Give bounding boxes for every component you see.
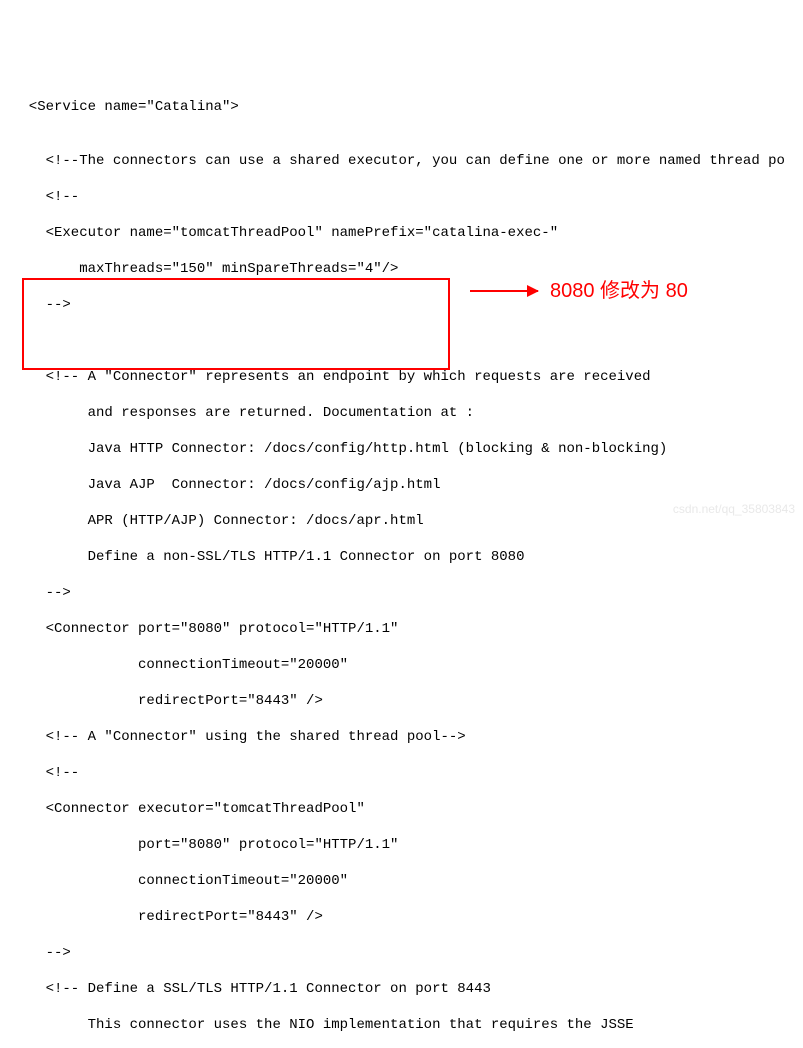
code-line: --> — [12, 296, 791, 314]
code-line: This connector uses the NIO implementati… — [12, 1016, 791, 1034]
code-line: --> — [12, 584, 791, 602]
code-line: connectionTimeout="20000" — [12, 872, 791, 890]
code-line: Java HTTP Connector: /docs/config/http.h… — [12, 440, 791, 458]
code-line: Define a non-SSL/TLS HTTP/1.1 Connector … — [12, 548, 791, 566]
code-line: redirectPort="8443" /> — [12, 692, 791, 710]
code-line: <!-- — [12, 764, 791, 782]
code-line: maxThreads="150" minSpareThreads="4"/> — [12, 260, 791, 278]
code-line: <!-- — [12, 188, 791, 206]
code-line: <Connector executor="tomcatThreadPool" — [12, 800, 791, 818]
code-line: and responses are returned. Documentatio… — [12, 404, 791, 422]
code-line: APR (HTTP/AJP) Connector: /docs/apr.html — [12, 512, 791, 530]
xml-config-code: <Service name="Catalina"> <!--The connec… — [12, 80, 791, 1048]
code-line: <!-- A "Connector" represents an endpoin… — [12, 368, 791, 386]
code-line: --> — [12, 944, 791, 962]
code-line: <!-- Define a SSL/TLS HTTP/1.1 Connector… — [12, 980, 791, 998]
code-line: <!--The connectors can use a shared exec… — [12, 152, 791, 170]
code-line: Java AJP Connector: /docs/config/ajp.htm… — [12, 476, 791, 494]
code-line: connectionTimeout="20000" — [12, 656, 791, 674]
code-line: <Service name="Catalina"> — [12, 98, 791, 116]
code-line: <!-- A "Connector" using the shared thre… — [12, 728, 791, 746]
code-line: port="8080" protocol="HTTP/1.1" — [12, 836, 791, 854]
code-line: redirectPort="8443" /> — [12, 908, 791, 926]
code-line: <Connector port="8080" protocol="HTTP/1.… — [12, 620, 791, 638]
code-line: <Executor name="tomcatThreadPool" namePr… — [12, 224, 791, 242]
